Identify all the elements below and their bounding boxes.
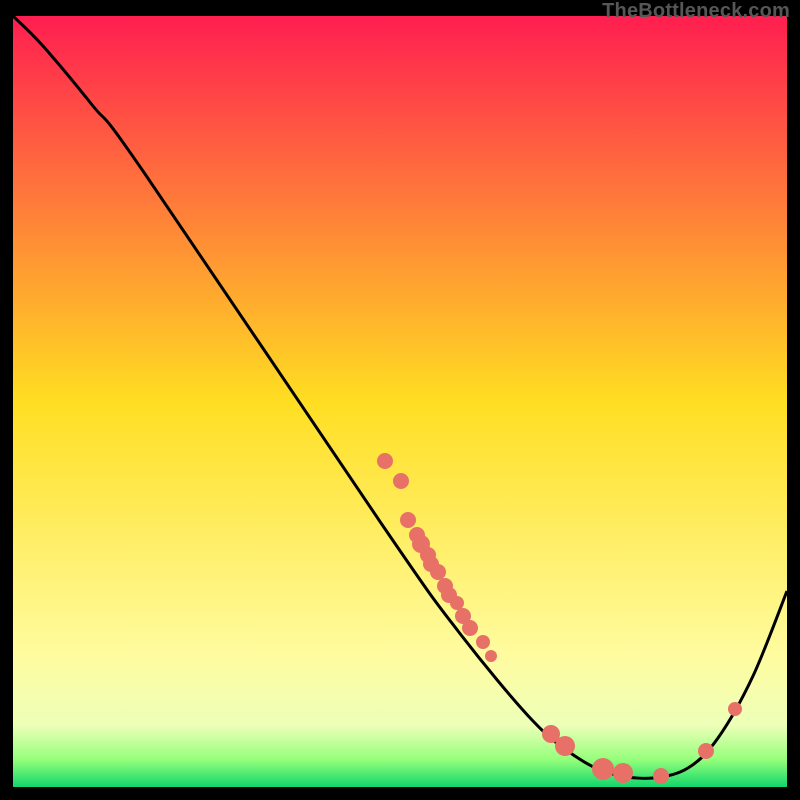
chart-svg: [13, 16, 787, 787]
data-point: [450, 596, 464, 610]
data-point: [555, 736, 575, 756]
data-point: [613, 763, 633, 783]
data-point: [462, 620, 478, 636]
chart-frame: [13, 16, 787, 787]
data-point: [430, 564, 446, 580]
data-point: [728, 702, 742, 716]
data-point: [653, 768, 669, 784]
data-point: [485, 650, 497, 662]
data-point: [400, 512, 416, 528]
data-point: [592, 758, 614, 780]
data-point: [377, 453, 393, 469]
data-point: [476, 635, 490, 649]
data-point: [698, 743, 714, 759]
chart-background: [13, 16, 787, 787]
attribution-text: TheBottleneck.com: [602, 0, 790, 23]
data-point: [393, 473, 409, 489]
